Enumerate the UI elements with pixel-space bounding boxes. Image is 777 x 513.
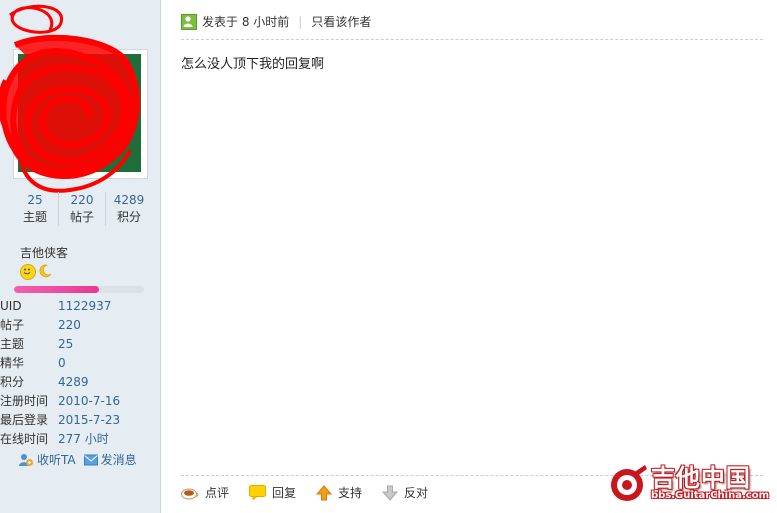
author-stats: 25 主题 220 帖子 4289 积分: [12, 192, 152, 226]
oppose-label: 反对: [404, 486, 429, 500]
meta-divider: |: [298, 14, 303, 29]
comment-cup-icon: [181, 488, 199, 499]
info-key: 积分: [0, 375, 25, 389]
info-key: 在线时间: [0, 432, 49, 446]
stat-threads[interactable]: 25 主题: [12, 192, 59, 226]
author-sidebar: 25 主题 220 帖子 4289 积分 吉他侠客 UID 1122937 帖子…: [0, 0, 161, 513]
info-value[interactable]: 4289: [58, 373, 89, 392]
info-row: 帖子 220: [0, 316, 158, 335]
info-row: 注册时间 2010-7-16: [0, 392, 158, 411]
arrow-up-icon: [316, 484, 333, 500]
info-key: 精华: [0, 356, 25, 370]
post-actions: 点评 回复 支持 反对: [181, 484, 448, 501]
moon-icon: [38, 264, 52, 278]
follow-button[interactable]: 收听TA: [18, 451, 76, 468]
info-row: 最后登录 2015-7-23: [0, 411, 158, 430]
info-key: 主题: [0, 337, 25, 351]
reply-bubble-icon: [249, 485, 267, 500]
info-row: UID 1122937: [0, 297, 158, 316]
info-key: 最后登录: [0, 413, 49, 427]
follow-user-icon: [19, 453, 33, 466]
author-actions: 收听TA 发消息: [18, 451, 137, 468]
info-row: 积分 4289: [0, 373, 158, 392]
info-row: 主题 25: [0, 335, 158, 354]
post-time: 发表于 8 小时前: [202, 15, 290, 29]
info-value: 2015-7-23: [58, 413, 121, 427]
reply-label: 回复: [272, 486, 297, 500]
info-value: 277 小时: [58, 432, 109, 446]
author-info: UID 1122937 帖子 220 主题 25 精华 0 积分 4289 注册时间 201…: [0, 297, 158, 449]
site-watermark: 吉他中国 bbs.GuitarChina.com: [607, 463, 769, 503]
user-rank: 吉他侠客: [20, 246, 69, 260]
info-row: 在线时间 277 小时: [0, 430, 158, 449]
stat-posts[interactable]: 220 帖子: [59, 192, 106, 226]
stat-credits-value[interactable]: 4289: [106, 192, 152, 208]
stat-posts-label: 帖子: [69, 210, 94, 224]
post-meta: 发表于 8 小时前 | 只看该作者: [181, 13, 371, 30]
info-key: 帖子: [0, 318, 25, 332]
smiley-icon: [20, 264, 36, 280]
send-message-label: 发消息: [100, 453, 137, 467]
stat-threads-value[interactable]: 25: [12, 192, 58, 208]
oppose-button[interactable]: 反对: [382, 484, 428, 501]
support-button[interactable]: 支持: [316, 484, 362, 501]
info-value[interactable]: 25: [58, 335, 73, 354]
level-progress-bar: [14, 286, 144, 293]
stat-credits-label: 积分: [116, 210, 141, 224]
arrow-down-icon: [382, 485, 399, 501]
info-value[interactable]: 220: [58, 316, 81, 335]
avatar-image: [18, 54, 141, 172]
only-author-link[interactable]: 只看该作者: [311, 13, 371, 30]
comment-button[interactable]: 点评: [181, 484, 229, 501]
mail-icon: [83, 454, 98, 465]
info-row: 精华 0: [0, 354, 158, 373]
send-message-button[interactable]: 发消息: [83, 451, 137, 468]
info-value: 2010-7-16: [58, 394, 121, 408]
reply-button[interactable]: 回复: [249, 484, 296, 501]
watermark-title: 吉他中国: [650, 463, 751, 492]
post-content: 怎么没人顶下我的回复啊: [181, 57, 325, 72]
online-status-icon: [181, 13, 197, 30]
info-key: UID: [0, 299, 22, 313]
post-header-divider: [181, 39, 763, 40]
stat-posts-value[interactable]: 220: [59, 192, 105, 208]
avatar[interactable]: [13, 49, 148, 179]
post-main: 发表于 8 小时前 | 只看该作者 怎么没人顶下我的回复啊 点评 回复 支持 反…: [161, 0, 777, 513]
medal-icons: [20, 264, 52, 280]
support-label: 支持: [338, 486, 363, 500]
info-value[interactable]: 1122937: [58, 297, 111, 316]
watermark-site: bbs.GuitarChina.com: [650, 489, 769, 501]
level-progress-fill: [14, 286, 99, 293]
comment-label: 点评: [205, 486, 230, 500]
info-value: 0: [58, 356, 66, 370]
stat-threads-label: 主题: [22, 210, 47, 224]
info-key: 注册时间: [0, 394, 49, 408]
follow-label: 收听TA: [37, 453, 76, 467]
stat-credits[interactable]: 4289 积分: [106, 192, 152, 226]
guitarchina-logo-icon: [610, 465, 647, 501]
